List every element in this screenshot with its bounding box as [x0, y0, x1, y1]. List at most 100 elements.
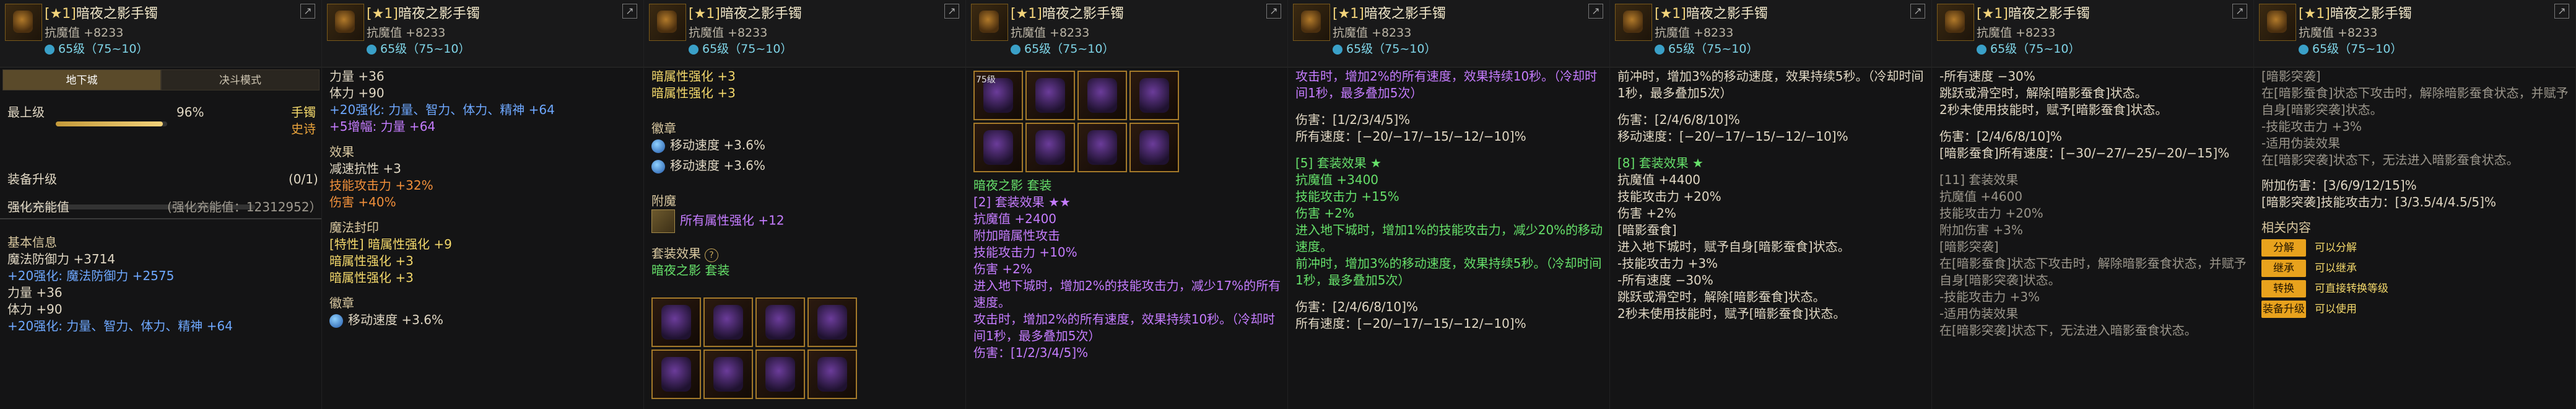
tooltip-panel-8: [★1]暗夜之影手镯 ↗ 抗魔值 +8233 65级（75~10） [暗影突袭]…	[2254, 0, 2576, 409]
set-bonus-line: 进入地下城时，增加2%的技能攻击力，减少17%的所有速度。	[973, 278, 1281, 310]
action-note: 可以分解	[2315, 242, 2357, 254]
set-bonus-line: -适用伪装效果	[1939, 306, 2019, 321]
set-bonus-line: -所有速度 −30%	[1617, 273, 1713, 288]
share-icon[interactable]: ↗	[944, 4, 959, 19]
set-bonus-line: 技能攻击力 +20%	[1939, 206, 2043, 221]
upgrade-button[interactable]: 装备升级	[2261, 301, 2306, 318]
inherit-button[interactable]: 继承	[2261, 260, 2306, 277]
set-bonus-line: 附加暗属性攻击	[973, 228, 1060, 243]
item-level: 65级（75~10）	[1333, 40, 1436, 56]
bracelet-icon	[5, 4, 42, 41]
share-icon[interactable]: ↗	[300, 4, 315, 19]
item-title: [★1]暗夜之影手镯	[1333, 2, 1446, 22]
set-bonus-line: 技能攻击力 +15%	[1295, 189, 1399, 204]
stat-line: 体力 +90	[329, 86, 385, 100]
set-bonus-title: [8] 套装效果 ★	[1617, 156, 1704, 170]
set-item-tile[interactable]	[651, 297, 701, 347]
set-item-tile[interactable]	[1129, 123, 1179, 172]
related-title: 相关内容	[2261, 220, 2311, 235]
set-bonus-line: 伤害 +2%	[1295, 206, 1354, 221]
set-title: 套装效果	[651, 246, 701, 261]
basic-info-title: 基本信息	[7, 235, 57, 250]
set-item-tile[interactable]	[1025, 71, 1075, 120]
set-item-tile[interactable]	[807, 297, 857, 347]
item-title: [★1]暗夜之影手镯	[367, 2, 480, 22]
share-icon[interactable]: ↗	[2554, 4, 2569, 19]
item-tag: [★1]	[1655, 6, 1686, 22]
share-icon[interactable]: ↗	[1266, 4, 1281, 19]
skill-attack-scaling: [暗影突袭]技能攻击力：[3/3.5/4/4.5/5]%	[2261, 195, 2496, 209]
help-icon[interactable]: ?	[705, 248, 718, 262]
set-bonus-line: -技能攻击力 +3%	[1939, 289, 2040, 304]
seal-line: 暗属性强化 +3	[651, 86, 736, 100]
convert-button[interactable]: 转换	[2261, 280, 2306, 297]
set-item-tile[interactable]	[1077, 71, 1127, 120]
level-text: 65级（75~10）	[1346, 42, 1437, 56]
tab-duel[interactable]: 决斗模式	[161, 69, 320, 90]
tooltip-panel-2: [★1]暗夜之影手镯 ↗ 抗魔值 +8233 65级（75~10） 力量 +36…	[322, 0, 644, 409]
item-name: 暗夜之影手镯	[1042, 6, 1124, 22]
set-item-tile[interactable]	[1077, 123, 1127, 172]
set-bonus-line: -技能攻击力 +3%	[1617, 256, 1718, 271]
tooltip-panel-6: [★1]暗夜之影手镯 ↗ 抗魔值 +8233 65级（75~10） 前冲时，增加…	[1610, 0, 1932, 409]
set-item-tile[interactable]	[807, 350, 857, 399]
item-header: [★1]暗夜之影手镯 ↗ 抗魔值 +8233 65级（75~10）	[1610, 0, 1931, 68]
item-title: [★1]暗夜之影手镯	[1655, 2, 1768, 22]
action-row: 转换 可直接转换等级	[2254, 279, 2575, 297]
item-header: [★1]暗夜之影手镯 ↗ 抗魔值 +8233 65级（75~10）	[322, 0, 643, 68]
item-resist: 抗魔值 +8233	[45, 26, 124, 40]
share-icon[interactable]: ↗	[1910, 4, 1925, 19]
set-bonus-line: -适用伪装效果	[2261, 136, 2341, 151]
stat-line: +20强化: 魔法防御力 +2575	[7, 268, 175, 283]
badge-row: 移动速度 +3.6%	[322, 312, 643, 328]
set-item-tile[interactable]	[973, 123, 1023, 172]
item-resist: 抗魔值 +8233	[367, 26, 446, 40]
damage-scaling: 伤害：[2/4/6/8/10]%	[1295, 299, 1418, 314]
item-header: [★1]暗夜之影手镯 ↗ 抗魔值 +8233 65级（75~10）	[1932, 0, 2253, 68]
set-item-tile[interactable]	[1025, 123, 1075, 172]
item-tag: [★1]	[45, 6, 76, 22]
set-item-tile[interactable]	[1129, 71, 1179, 120]
share-icon[interactable]: ↗	[1588, 4, 1603, 19]
set-item-tile[interactable]	[703, 350, 753, 399]
level-text: 65级（75~10）	[702, 42, 793, 56]
effect-line: 减速抗性 +3	[329, 161, 401, 176]
share-icon[interactable]: ↗	[2232, 4, 2247, 19]
set-bonus-line: 攻击时，增加2%的所有速度，效果持续10秒。（冷却时间1秒，最多叠加5次）	[973, 312, 1276, 343]
set-bonus-title: [2] 套装效果 ★★	[973, 195, 1071, 209]
tooltip-body: 攻击时，增加2%的所有速度，效果持续10秒。（冷却时间1秒，最多叠加5次） 伤害…	[1288, 68, 1609, 409]
set-item-tile[interactable]	[703, 297, 753, 347]
badge-title: 徽章	[329, 296, 354, 310]
stat-line: 体力 +90	[7, 302, 63, 317]
set-item-tile[interactable]	[755, 350, 805, 399]
enchant-card-icon	[651, 209, 675, 233]
set-bonus-line: 伤害：[1/2/3/4/5]%	[973, 345, 1089, 360]
tooltip-panel-1: [★1]暗夜之影手镯 ↗ 抗魔值 +8233 65级（75~10） 地下城 决斗…	[0, 0, 322, 409]
share-icon[interactable]: ↗	[622, 4, 637, 19]
set-item-tile[interactable]	[755, 297, 805, 347]
set-item-tile[interactable]: 75级	[973, 71, 1023, 120]
set-item-tile[interactable]	[651, 350, 701, 399]
mode-tabs: 地下城 决斗模式	[2, 69, 320, 90]
max-level-label: 最上级	[7, 105, 45, 120]
stat-line: 力量 +36	[7, 285, 63, 300]
tooltip-body: 前冲时，增加3%的移动速度，效果持续5秒。（冷却时间1秒，最多叠加5次） 伤害：…	[1610, 68, 1931, 409]
set-bonus-line: 在[暗影突袭]状态下，无法进入暗影蚕食状态。	[2261, 152, 2519, 167]
speed-scaling: [暗影蚕食]所有速度：[−30/−27/−25/−20/−15]%	[1939, 146, 2230, 161]
slot-type: 手镯	[291, 105, 316, 120]
disassemble-button[interactable]: 分解	[2261, 239, 2306, 257]
item-tag: [★1]	[2299, 6, 2330, 22]
set-bonus-title: [11] 套装效果	[1939, 172, 2019, 187]
level-text: 65级（75~10）	[1990, 42, 2081, 56]
set-name: 暗夜之影 套装	[651, 263, 730, 278]
tab-dungeon[interactable]: 地下城	[2, 69, 161, 90]
set-bonus-line: 附加伤害 +3%	[1939, 222, 2023, 237]
item-header: [★1]暗夜之影手镯 ↗ 抗魔值 +8233 65级（75~10）	[0, 0, 321, 68]
upgrade-label: 装备升级	[7, 172, 57, 187]
set-title-row: 套装效果?	[644, 245, 965, 262]
item-header: [★1]暗夜之影手镯 ↗ 抗魔值 +8233 65级（75~10）	[1288, 0, 1609, 68]
badge-gem-icon	[329, 314, 343, 328]
add-damage-scaling: 附加伤害：[3/6/9/12/15]%	[2261, 178, 2417, 193]
level-text: 65级（75~10）	[380, 42, 471, 56]
level-icon	[1655, 44, 1664, 55]
